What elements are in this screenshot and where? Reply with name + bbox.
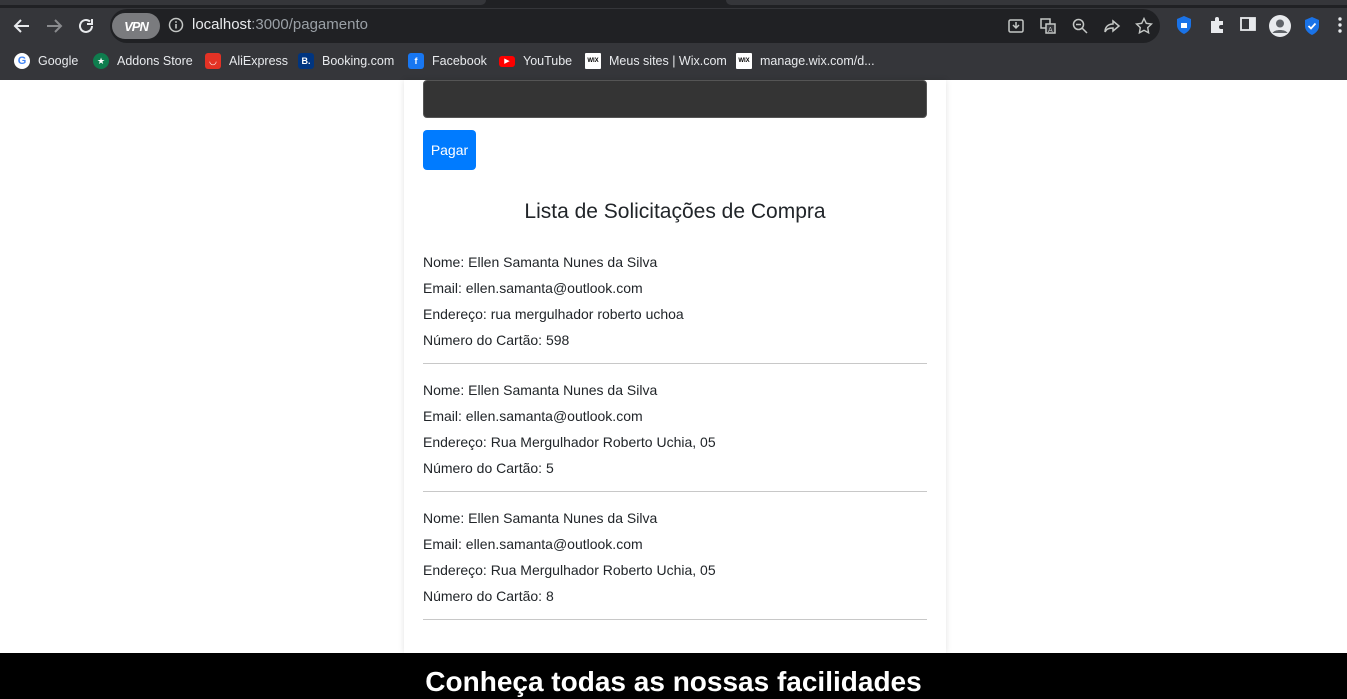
zoom-icon[interactable]: [1071, 17, 1089, 40]
info-icon[interactable]: [168, 17, 184, 33]
chrome-menu-icon[interactable]: [1337, 16, 1343, 39]
bookmark-label: Facebook: [432, 54, 487, 68]
bookmark-google[interactable]: G Google: [14, 52, 78, 70]
bookmarks-bar: G Google ★ Addons Store ◡ AliExpress B. …: [0, 48, 1347, 74]
entry-cartao: Número do Cartão: 598: [423, 332, 570, 348]
entry-email: Email: ellen.samanta@outlook.com: [423, 408, 643, 424]
entry-nome: Nome: Ellen Samanta Nunes da Silva: [423, 510, 658, 526]
wix-icon: WIX: [736, 53, 752, 69]
back-arrow-icon[interactable]: [10, 14, 34, 38]
forward-arrow-icon[interactable]: [42, 14, 66, 38]
bookmark-aliexpress[interactable]: ◡ AliExpress: [205, 52, 288, 70]
entry-nome: Nome: Ellen Samanta Nunes da Silva: [423, 382, 658, 398]
bookmark-label: Meus sites | Wix.com: [609, 54, 727, 68]
bookmark-label: manage.wix.com/d...: [760, 54, 875, 68]
google-icon: G: [14, 53, 30, 69]
side-panel-icon[interactable]: [1239, 15, 1257, 38]
card-input[interactable]: [423, 80, 927, 118]
translate-icon[interactable]: A: [1039, 17, 1057, 40]
profile-avatar-icon[interactable]: [1268, 14, 1292, 43]
wix-icon: WIX: [585, 53, 601, 69]
reload-icon[interactable]: [74, 14, 98, 38]
entry-cartao: Número do Cartão: 5: [423, 460, 554, 476]
svg-text:A: A: [1048, 27, 1053, 34]
entry-nome: Nome: Ellen Samanta Nunes da Silva: [423, 254, 658, 270]
booking-icon: B.: [298, 53, 314, 69]
tab-left-edge[interactable]: [0, 0, 486, 5]
password-extension-icon[interactable]: [1175, 15, 1193, 40]
entry-email: Email: ellen.samanta@outlook.com: [423, 280, 643, 296]
bookmark-star-icon[interactable]: [1134, 16, 1154, 40]
bookmark-label: YouTube: [523, 54, 573, 68]
bookmark-facebook[interactable]: f Facebook: [408, 52, 487, 70]
entry-endereco: Endereço: Rua Mergulhador Roberto Uchia,…: [423, 562, 716, 578]
entry-divider: [423, 363, 927, 364]
vpn-badge[interactable]: VPN: [112, 13, 160, 39]
bookmark-label: Google: [38, 54, 79, 68]
footer-title: Conheça todas as nossas facilidades: [425, 666, 922, 697]
bookmark-youtube[interactable]: ▶ YouTube: [499, 52, 572, 70]
pay-button[interactable]: Pagar: [423, 130, 476, 170]
extensions-icon[interactable]: [1207, 15, 1227, 40]
bookmark-label: AliExpress: [229, 54, 289, 68]
bookmark-manage-wix[interactable]: WIX manage.wix.com/d...: [736, 52, 875, 70]
tab-strip: [0, 0, 1347, 8]
bookmark-addons-store[interactable]: ★ Addons Store: [93, 52, 193, 70]
addons-store-icon: ★: [93, 53, 109, 69]
entry-endereco: Endereço: Rua Mergulhador Roberto Uchia,…: [423, 434, 716, 450]
share-icon[interactable]: [1103, 17, 1121, 40]
bookmark-booking[interactable]: B. Booking.com: [298, 52, 394, 70]
list-title: Lista de Solicitações de Compra: [524, 200, 826, 223]
bookmark-label: Booking.com: [322, 54, 395, 68]
security-check-icon[interactable]: [1303, 16, 1321, 41]
url-text[interactable]: localhost:3000/pagamento: [192, 16, 368, 33]
list-item: Nome: Ellen Samanta Nunes da Silva Email…: [423, 253, 927, 364]
entry-email: Email: ellen.samanta@outlook.com: [423, 536, 643, 552]
url-path: :3000/pagamento: [251, 16, 368, 33]
bookmark-label: Addons Store: [117, 54, 193, 68]
youtube-icon: ▶: [499, 55, 515, 67]
browser-chrome: VPN localhost:3000/pagamento A G Google: [0, 0, 1347, 80]
tab-right-edge[interactable]: [726, 0, 1347, 5]
list-item: Nome: Ellen Samanta Nunes da Silva Email…: [423, 381, 927, 492]
aliexpress-icon: ◡: [205, 53, 221, 69]
entry-divider: [423, 619, 927, 620]
url-host: localhost: [192, 16, 252, 33]
entry-endereco: Endereço: rua mergulhador roberto uchoa: [423, 306, 684, 322]
bookmark-meus-sites[interactable]: WIX Meus sites | Wix.com: [585, 52, 727, 70]
install-app-icon[interactable]: [1007, 17, 1025, 40]
entry-cartao: Número do Cartão: 8: [423, 588, 554, 604]
entry-divider: [423, 491, 927, 492]
facebook-icon: f: [408, 53, 424, 69]
list-item: Nome: Ellen Samanta Nunes da Silva Email…: [423, 509, 927, 620]
